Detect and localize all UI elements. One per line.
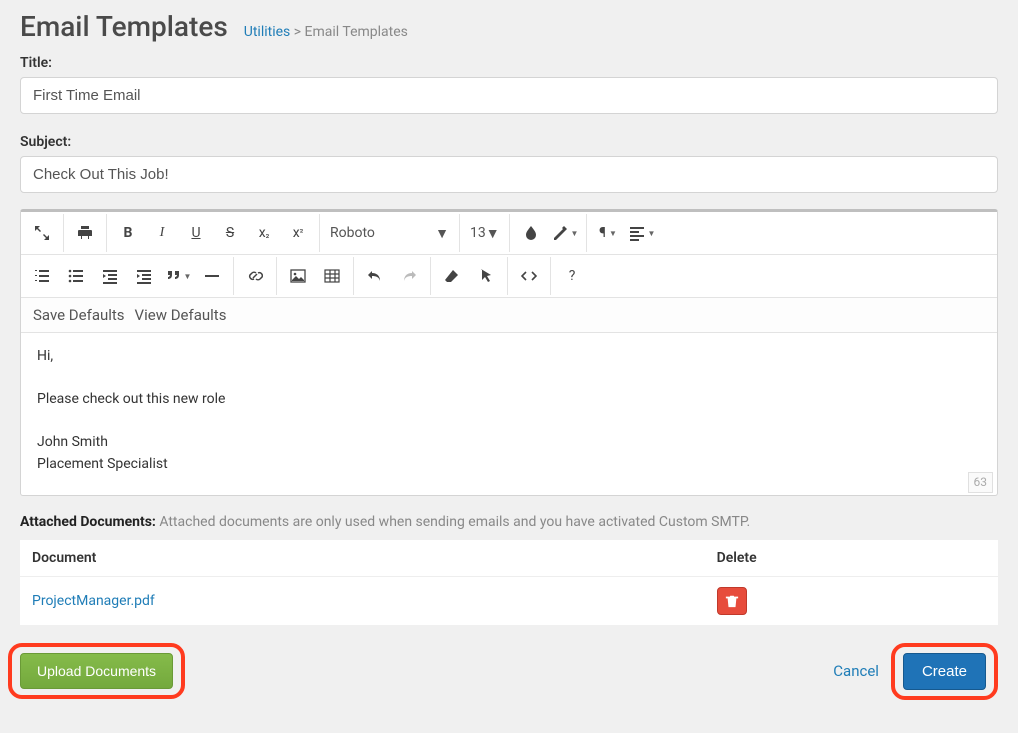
- title-input[interactable]: [20, 77, 998, 114]
- col-delete: Delete: [705, 540, 998, 577]
- attached-documents-label: Attached Documents:: [20, 514, 156, 530]
- italic-icon[interactable]: I: [145, 214, 179, 252]
- paragraph-format-icon[interactable]: ¶▼: [591, 214, 625, 252]
- subject-label: Subject:: [20, 134, 998, 150]
- character-count: 63: [968, 472, 994, 493]
- subscript-icon[interactable]: x: [247, 214, 281, 252]
- link-icon[interactable]: [238, 257, 272, 295]
- upload-highlight: Upload Documents: [8, 643, 185, 699]
- editor-line: Placement Specialist: [37, 455, 981, 475]
- underline-icon[interactable]: U: [179, 214, 213, 252]
- create-button[interactable]: Create: [903, 653, 986, 690]
- editor-line: John Smith: [37, 433, 981, 453]
- select-icon[interactable]: [469, 257, 503, 295]
- quote-icon[interactable]: ▼: [161, 257, 195, 295]
- delete-button[interactable]: [717, 587, 747, 615]
- editor-line: Please check out this new role: [37, 390, 981, 410]
- horizontal-rule-icon[interactable]: [195, 257, 229, 295]
- editor-line: Hi,: [37, 347, 981, 367]
- indent-icon[interactable]: [127, 257, 161, 295]
- editor-body[interactable]: Hi, Please check out this new role John …: [21, 333, 997, 495]
- save-defaults-button[interactable]: Save Defaults: [33, 306, 125, 324]
- color-icon[interactable]: [514, 214, 548, 252]
- cancel-button[interactable]: Cancel: [833, 662, 879, 680]
- table-row: ProjectManager.pdf: [20, 576, 998, 625]
- font-family-select[interactable]: Roboto ▼: [320, 214, 460, 252]
- outdent-icon[interactable]: [93, 257, 127, 295]
- subject-input[interactable]: [20, 156, 998, 193]
- trash-icon: [725, 594, 739, 608]
- help-icon[interactable]: ?: [555, 257, 589, 295]
- table-icon[interactable]: [315, 257, 349, 295]
- fullscreen-icon[interactable]: [25, 214, 59, 252]
- image-icon[interactable]: [281, 257, 315, 295]
- attached-documents-table: Document Delete ProjectManager.pdf: [20, 540, 998, 625]
- eraser-icon[interactable]: [435, 257, 469, 295]
- align-icon[interactable]: ▼: [625, 214, 659, 252]
- caret-down-icon: ▼: [435, 225, 449, 242]
- col-document: Document: [20, 540, 705, 577]
- rich-text-editor: B I U S x x Roboto ▼ 13 ▼ ▼ ¶▼ ▼: [20, 209, 998, 496]
- caret-down-icon: ▼: [486, 225, 500, 242]
- breadcrumb-utilities-link[interactable]: Utilities: [244, 24, 291, 40]
- clear-format-icon[interactable]: ▼: [548, 214, 582, 252]
- font-size-select[interactable]: 13 ▼: [460, 214, 510, 252]
- strikethrough-icon[interactable]: S: [213, 214, 247, 252]
- breadcrumb-separator: >: [290, 24, 304, 40]
- ordered-list-icon[interactable]: [25, 257, 59, 295]
- page-title: Email Templates: [20, 10, 228, 43]
- redo-icon[interactable]: [392, 257, 426, 295]
- attached-documents-note: Attached documents are only used when se…: [156, 514, 750, 530]
- superscript-icon[interactable]: x: [281, 214, 315, 252]
- print-icon[interactable]: [68, 214, 102, 252]
- upload-documents-button[interactable]: Upload Documents: [20, 653, 173, 689]
- title-label: Title:: [20, 55, 998, 71]
- create-highlight: Create: [891, 643, 998, 700]
- font-size-value: 13: [470, 225, 486, 241]
- unordered-list-icon[interactable]: [59, 257, 93, 295]
- view-defaults-button[interactable]: View Defaults: [135, 306, 227, 324]
- bold-icon[interactable]: B: [111, 214, 145, 252]
- document-link[interactable]: ProjectManager.pdf: [32, 593, 155, 609]
- undo-icon[interactable]: [358, 257, 392, 295]
- breadcrumb: Utilities > Email Templates: [244, 24, 408, 40]
- font-family-value: Roboto: [330, 225, 375, 241]
- code-view-icon[interactable]: [512, 257, 546, 295]
- breadcrumb-current: Email Templates: [305, 24, 408, 40]
